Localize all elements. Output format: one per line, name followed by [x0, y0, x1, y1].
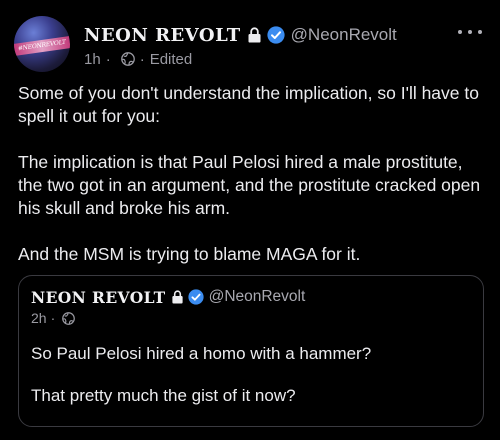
verified-badge-icon: [267, 26, 285, 44]
avatar[interactable]: #NEONREVOLT: [14, 16, 70, 72]
quoted-post[interactable]: NEON REVOLT @NeonRevolt 2h · So Paul Pel…: [18, 275, 484, 427]
quoted-author-display-name: NEON REVOLT: [31, 287, 166, 307]
quoted-paragraph: That pretty much the gist of it now?: [31, 386, 296, 405]
quoted-paragraph: So Paul Pelosi hired a homo with a hamme…: [31, 344, 372, 363]
post-timestamp[interactable]: 1h: [84, 51, 101, 68]
verified-badge-icon: [187, 289, 204, 305]
post-meta: 1h · · Edited: [84, 49, 192, 69]
post-paragraph: The implication is that Paul Pelosi hire…: [18, 152, 481, 218]
more-options-icon[interactable]: [458, 22, 482, 42]
more-dot: [478, 30, 482, 34]
quoted-post-meta: 2h ·: [31, 309, 76, 327]
post-header: NEON REVOLT @NeonRevolt: [84, 22, 397, 48]
quoted-post-header: NEON REVOLT @NeonRevolt: [31, 286, 305, 308]
meta-separator: ·: [105, 50, 111, 68]
quoted-author-handle: @NeonRevolt: [208, 288, 306, 305]
meta-separator: ·: [50, 310, 56, 326]
more-dot: [468, 30, 472, 34]
author-display-name[interactable]: NEON REVOLT: [84, 25, 241, 46]
post-paragraph: Some of you don't understand the implica…: [18, 83, 479, 126]
post: #NEONREVOLT NEON REVOLT @NeonRevolt 1h ·: [0, 0, 500, 440]
quoted-post-timestamp: 2h: [31, 310, 47, 326]
globe-icon: [62, 311, 76, 325]
lock-icon: [171, 290, 183, 304]
lock-icon: [248, 27, 261, 43]
post-paragraph: And the MSM is trying to blame MAGA for …: [18, 244, 361, 264]
meta-separator: ·: [139, 50, 145, 68]
globe-icon: [120, 52, 135, 66]
post-body: Some of you don't understand the implica…: [18, 82, 486, 289]
more-dot: [458, 30, 462, 34]
quoted-post-body: So Paul Pelosi hired a homo with a hamme…: [31, 343, 471, 427]
edited-label[interactable]: Edited: [150, 51, 193, 68]
author-handle[interactable]: @NeonRevolt: [291, 25, 397, 45]
